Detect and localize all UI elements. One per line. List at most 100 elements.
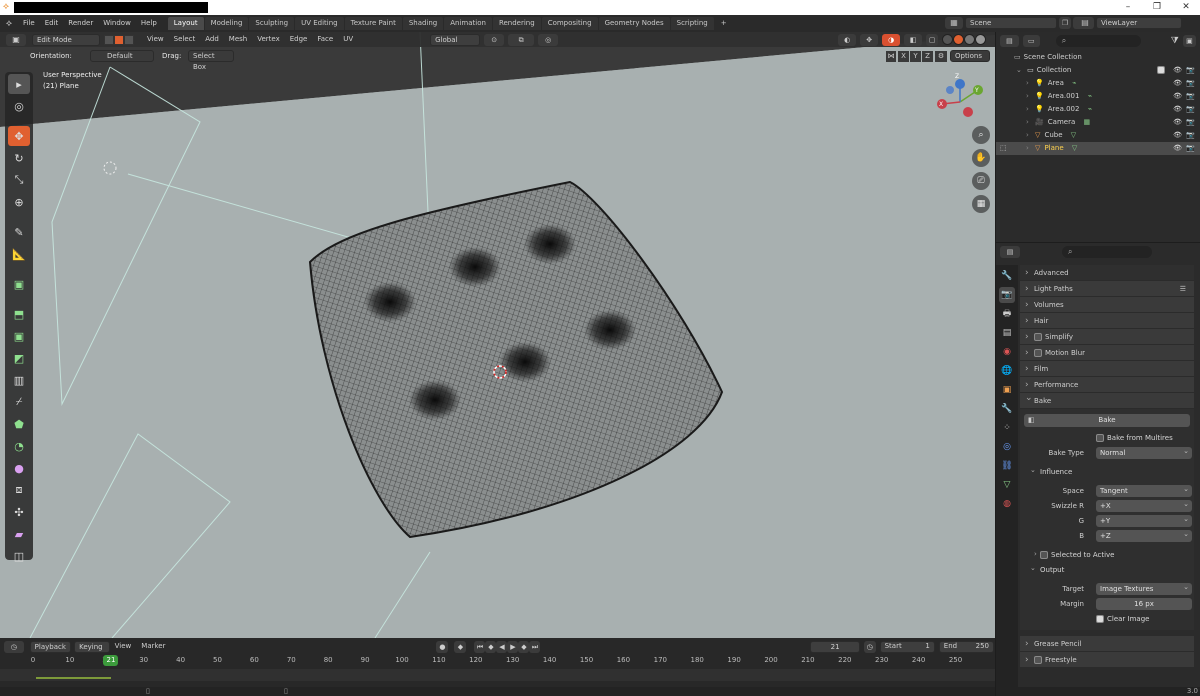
timeline-view-menu[interactable]: View (110, 640, 137, 653)
end-frame-field[interactable]: End 250 (938, 640, 994, 653)
select-box-tool-icon[interactable]: ▸ (8, 74, 30, 94)
play-icon[interactable]: ▶ (507, 640, 519, 653)
panel-performance[interactable]: Performance (1020, 377, 1194, 393)
simplify-checkbox[interactable] (1034, 333, 1042, 341)
view-layer-tab-icon[interactable]: ▤ (999, 325, 1015, 341)
tab-uv-editing[interactable]: UV Editing (295, 17, 344, 30)
tab-compositing[interactable]: Compositing (541, 17, 598, 30)
current-frame-field[interactable]: 21 (810, 640, 860, 653)
shear-tool-icon[interactable]: ▰ (8, 524, 30, 544)
target-dropdown[interactable]: Image Textures (1096, 581, 1192, 595)
material-shading-icon[interactable] (964, 34, 976, 45)
vp-menu-face[interactable]: Face (312, 32, 338, 47)
vp-menu-uv[interactable]: UV (338, 32, 358, 47)
tab-texture-paint[interactable]: Texture Paint (344, 17, 402, 30)
vp-menu-mesh[interactable]: Mesh (224, 32, 252, 47)
tab-layout[interactable]: Layout (167, 17, 204, 30)
render-camera-icon[interactable]: 📷 (1186, 90, 1195, 103)
panel-simplify[interactable]: Simplify (1020, 329, 1194, 345)
display-mode-icon[interactable]: ▭ (1022, 35, 1040, 47)
menu-edit[interactable]: Edit (40, 15, 64, 32)
render-camera-icon[interactable]: 📷 (1186, 142, 1195, 155)
margin-field[interactable]: 16 px (1096, 598, 1192, 610)
knife-tool-icon[interactable]: ⌿ (8, 392, 30, 412)
edge-select-icon[interactable] (114, 34, 124, 45)
tool-tab-icon[interactable]: 🔧 (999, 268, 1015, 284)
view-layer-field[interactable]: ViewLayer (1096, 17, 1182, 29)
vp-menu-add[interactable]: Add (200, 32, 224, 47)
panel-freestyle[interactable]: Freestyle (1020, 652, 1194, 668)
vertex-select-icon[interactable] (104, 34, 114, 45)
bake-button[interactable]: ◧ Bake (1024, 414, 1190, 427)
inset-tool-icon[interactable]: ▣ (8, 326, 30, 346)
gizmo-toggle-icon[interactable]: ✥ (860, 33, 879, 46)
prev-keyframe-icon[interactable]: ◆ (485, 640, 497, 653)
close-button[interactable]: ✕ (1172, 0, 1200, 15)
visibility-eye-icon[interactable]: 👁 (1173, 129, 1182, 142)
motion-blur-checkbox[interactable] (1034, 349, 1042, 357)
jump-start-icon[interactable]: ⏮ (474, 640, 486, 653)
swizzle-r-dropdown[interactable]: +X (1096, 498, 1192, 512)
menu-file[interactable]: File (18, 15, 40, 32)
physics-tab-icon[interactable]: ◎ (999, 439, 1015, 455)
panel-film[interactable]: Film (1020, 361, 1194, 377)
output-subpanel[interactable]: ⌄ Output (1020, 563, 1194, 578)
visibility-eye-icon[interactable]: 👁 (1173, 77, 1182, 90)
bevel-tool-icon[interactable]: ◩ (8, 348, 30, 368)
perspective-grid-icon[interactable]: ▦ (972, 195, 990, 213)
outliner-editor-type-icon[interactable]: ▤ (1000, 35, 1019, 47)
collection-row[interactable]: ⌄ ▭ Collection 👁 📷 (996, 64, 1200, 77)
panel-bake[interactable]: Bake (1020, 390, 1194, 409)
extrude-tool-icon[interactable]: ⬒ (8, 304, 30, 324)
tab-animation[interactable]: Animation (444, 17, 492, 30)
vp-menu-edge[interactable]: Edge (285, 32, 313, 47)
tab-scripting[interactable]: Scripting (670, 17, 714, 30)
blender-menu-icon[interactable]: ⟡ (0, 19, 18, 29)
copy-scene-icon[interactable]: ❐ (1059, 17, 1071, 29)
vp-menu-select[interactable]: Select (169, 32, 201, 47)
add-cube-tool-icon[interactable]: ▣ (8, 274, 30, 294)
snap-icon[interactable]: ⧉ (508, 33, 535, 46)
menu-help[interactable]: Help (136, 15, 162, 32)
panel-advanced[interactable]: Advanced (1020, 265, 1194, 281)
timeline-ruler[interactable]: 0102030405060708090100110120130140150160… (8, 656, 991, 667)
record-icon[interactable]: ● (436, 640, 449, 653)
timeline-editor-type-icon[interactable]: ◷ (4, 640, 24, 653)
jump-end-icon[interactable]: ⏭ (529, 640, 541, 653)
timeline-marker-menu[interactable]: Marker (136, 640, 170, 653)
camera-view-icon[interactable]: ⎚ (972, 172, 990, 190)
object-tab-icon[interactable]: ▣ (999, 382, 1015, 398)
scale-tool-icon[interactable]: ⤡ (8, 170, 30, 190)
render-camera-icon[interactable]: 📷 (1186, 77, 1195, 90)
start-frame-field[interactable]: Start 1 (879, 640, 935, 653)
filter-icon[interactable]: ⧩ (1171, 36, 1179, 46)
properties-search-input[interactable]: ⌕ (1062, 246, 1152, 258)
selected-to-active-subpanel[interactable]: › Selected to Active (1020, 548, 1194, 563)
outliner-item-cube[interactable]: › ▽ Cube ▽ 👁 📷 (996, 129, 1200, 142)
editor-type-icon[interactable]: ▣ (6, 33, 26, 46)
modifier-tab-icon[interactable]: 🔧 (999, 401, 1015, 417)
drag-dropdown[interactable]: Select Box (188, 50, 234, 71)
bake-type-dropdown[interactable]: Normal (1096, 445, 1192, 459)
measure-tool-icon[interactable]: 📐 (8, 244, 30, 264)
face-select-icon[interactable] (124, 34, 134, 45)
new-collection-icon[interactable]: ▣ (1182, 35, 1196, 47)
proportional-edit-icon[interactable]: ◎ (538, 33, 559, 46)
scene-collection-row[interactable]: ▭ Scene Collection (996, 51, 1200, 64)
world-tab-icon[interactable]: 🌐 (999, 363, 1015, 379)
properties-editor-type-icon[interactable]: ▤ (1000, 246, 1020, 258)
play-reverse-icon[interactable]: ◀ (496, 640, 508, 653)
constraints-tab-icon[interactable]: ⛓ (999, 458, 1015, 474)
outliner-item-plane[interactable]: ⬚ › ▽ Plane ▽ 👁 📷 (996, 142, 1200, 155)
data-tab-icon[interactable]: ▽ (999, 477, 1015, 493)
timeline-track[interactable] (0, 669, 995, 681)
vp-menu-vertex[interactable]: Vertex (252, 32, 285, 47)
orientation-dropdown[interactable]: Default (90, 50, 154, 62)
mirror-z-toggle[interactable]: Z (922, 51, 933, 62)
menu-window[interactable]: Window (98, 15, 136, 32)
space-dropdown[interactable]: Tangent (1096, 483, 1192, 497)
mirror-y-toggle[interactable]: Y (910, 51, 921, 62)
panel-grease-pencil[interactable]: Grease Pencil (1020, 636, 1194, 652)
zoom-icon[interactable]: ⌕ (972, 126, 990, 144)
outliner-item-camera[interactable]: › 🎥 Camera ▦ 👁 📷 (996, 116, 1200, 129)
